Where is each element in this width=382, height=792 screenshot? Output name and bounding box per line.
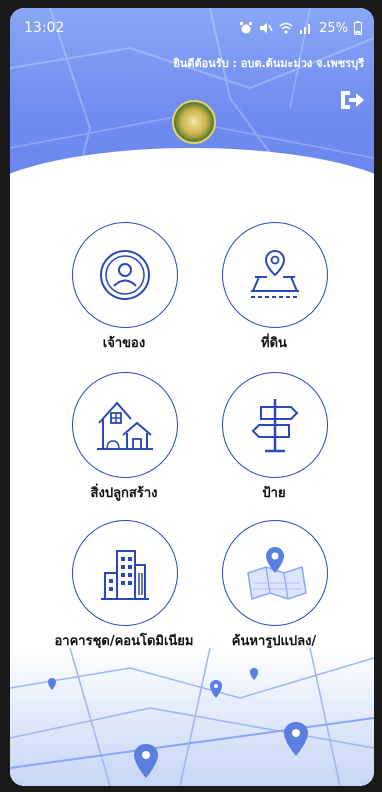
building-circle[interactable] — [72, 372, 178, 478]
footer-map-lines — [10, 647, 374, 786]
battery-icon — [354, 21, 362, 35]
device-frame: 13:02 25% ยินดีต้อนรับ : อบต.ต้นมะม่วง จ… — [0, 0, 382, 792]
user-icon — [100, 250, 150, 300]
sign-circle[interactable] — [222, 372, 328, 478]
menu-tile-sign[interactable]: ป้าย — [202, 372, 342, 522]
house-icon — [97, 401, 153, 450]
owner-circle[interactable] — [72, 222, 178, 328]
wifi-icon — [279, 22, 293, 34]
land-circle[interactable] — [222, 222, 328, 328]
menu-tile-land[interactable]: ที่ดิน — [202, 222, 342, 372]
status-time: 13:02 — [24, 20, 65, 36]
map-pin-icon — [48, 678, 56, 690]
owner-label: เจ้าของ — [102, 336, 146, 351]
map-pin-icon — [210, 680, 222, 698]
organization-logo — [172, 100, 216, 144]
map-pin-icon — [284, 722, 308, 756]
condominium-icon — [101, 550, 149, 600]
logout-icon[interactable] — [338, 88, 366, 112]
land-plot-icon — [251, 249, 299, 298]
mute-icon — [260, 23, 273, 33]
signal-icon — [300, 24, 311, 34]
condominium-circle[interactable] — [72, 520, 178, 626]
app-title: LTAX ONLINE APPLICATION — [83, 158, 301, 174]
building-label: สิ่งปลูกสร้าง — [90, 486, 158, 501]
map-pin-icon — [250, 668, 258, 680]
battery-percent: 25% — [319, 20, 348, 36]
footer-map-decoration — [10, 647, 374, 786]
map-search-circle[interactable] — [222, 520, 328, 626]
alarm-icon — [240, 22, 253, 34]
menu-tile-building[interactable]: สิ่งปลูกสร้าง — [52, 372, 192, 522]
status-bar: 13:02 25% — [24, 18, 362, 38]
app-screen: 13:02 25% ยินดีต้อนรับ : อบต.ต้นมะม่วง จ… — [10, 8, 374, 786]
menu-tile-owner[interactable]: เจ้าของ — [52, 222, 192, 372]
signpost-icon — [251, 399, 299, 453]
welcome-text: ยินดีต้อนรับ : อบต.ต้นมะม่วง จ.เพชรบุรี — [173, 57, 364, 70]
status-icons: 25% — [239, 21, 362, 36]
map-pin-icon — [134, 744, 158, 778]
map-search-icon — [247, 547, 307, 600]
sign-label: ป้าย — [262, 486, 286, 501]
land-label: ที่ดิน — [261, 336, 287, 351]
